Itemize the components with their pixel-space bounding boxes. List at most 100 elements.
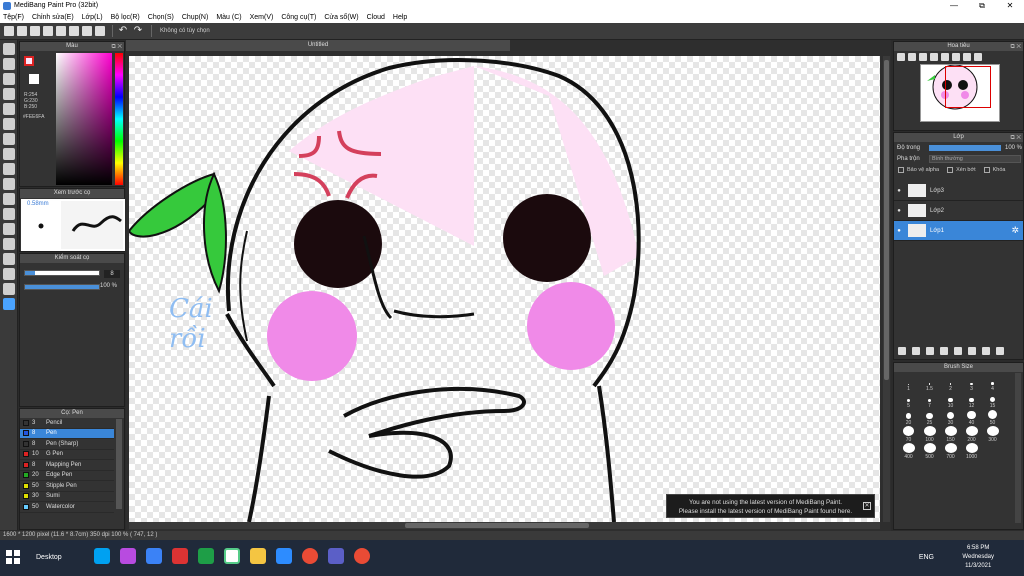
vertical-scroll-thumb[interactable]: [884, 60, 889, 380]
brush-size-option[interactable]: 15: [982, 392, 1003, 409]
pen-list-item[interactable]: 8 Pen (Sharp): [20, 439, 114, 450]
zoom-actual-icon[interactable]: [930, 53, 938, 61]
delete-layer-icon[interactable]: [996, 347, 1004, 355]
pen-list-item[interactable]: 3 Pencil: [20, 418, 114, 429]
flip-icon[interactable]: [974, 53, 982, 61]
close-icon[interactable]: ✕: [863, 502, 871, 510]
layer-opacity-slider[interactable]: [929, 144, 1001, 151]
settings-icon[interactable]: [95, 26, 105, 36]
pen-list-item[interactable]: 10 G Pen: [20, 450, 114, 460]
rotate-left-icon[interactable]: [941, 53, 949, 61]
clipping-checkbox[interactable]: [947, 166, 954, 173]
gradient-tool-icon[interactable]: [3, 148, 15, 160]
medibang-icon[interactable]: [224, 548, 240, 564]
pen-list-item[interactable]: 50 Watercolor: [20, 502, 114, 513]
open-icon[interactable]: [30, 26, 40, 36]
grid-icon[interactable]: [56, 26, 66, 36]
brush-size-option[interactable]: 4: [982, 375, 1003, 392]
select-tool-icon[interactable]: [3, 163, 15, 175]
layer-row-lop2[interactable]: ● Lớp2: [894, 201, 1023, 221]
brush-size-option[interactable]: 5: [898, 392, 919, 409]
menu-view[interactable]: Xem(V): [250, 12, 274, 23]
menu-edit[interactable]: Chỉnh sửa(E): [32, 12, 74, 23]
chrome-icon[interactable]: [302, 548, 318, 564]
pen-list-item[interactable]: 30 Sumi: [20, 492, 114, 502]
brush-size-option[interactable]: 300: [982, 426, 1003, 443]
pen-list-item[interactable]: 50 Stipple Pen: [20, 481, 114, 492]
hand-tool-icon[interactable]: [3, 298, 15, 310]
bucket-tool-icon[interactable]: [3, 133, 15, 145]
undo-icon[interactable]: ↶: [117, 26, 129, 36]
brush-size-option[interactable]: 10: [940, 392, 961, 409]
brush-size-scrollbar[interactable]: [1015, 373, 1021, 523]
brush-size-value[interactable]: 8: [104, 270, 120, 278]
shape-tool-icon[interactable]: [3, 73, 15, 85]
eraser-tool-icon[interactable]: [3, 58, 15, 70]
saturation-value-picker[interactable]: [56, 53, 112, 185]
maximize-button[interactable]: ⧉: [968, 0, 996, 12]
magic-wand-tool-icon[interactable]: [3, 193, 15, 205]
new-8bit-layer-icon[interactable]: [926, 347, 934, 355]
zoom-out-icon[interactable]: [908, 53, 916, 61]
brush-size-slider[interactable]: [24, 270, 100, 276]
cloud-icon[interactable]: [4, 26, 14, 36]
app-icon[interactable]: [120, 548, 136, 564]
select-eraser-tool-icon[interactable]: [3, 223, 15, 235]
dropper-tool-icon[interactable]: [3, 268, 15, 280]
eye-icon[interactable]: ●: [894, 208, 904, 214]
zoom-fit-icon[interactable]: [919, 53, 927, 61]
brush-size-option[interactable]: 400: [898, 443, 919, 460]
wifi-app-icon[interactable]: [172, 548, 188, 564]
document-tab[interactable]: Untitled: [126, 40, 510, 51]
pen-list-scrollbar[interactable]: [116, 419, 122, 509]
brush-size-option[interactable]: 50: [982, 409, 1003, 426]
alpha-protect-checkbox[interactable]: [898, 166, 904, 173]
brush-size-option[interactable]: 20: [898, 409, 919, 426]
foreground-color-swatch[interactable]: [24, 56, 34, 66]
brush-size-option[interactable]: 40: [961, 409, 982, 426]
chrome-profile-icon[interactable]: [354, 548, 370, 564]
teams-icon[interactable]: [328, 548, 344, 564]
new-layer-icon[interactable]: [898, 347, 906, 355]
panel-icon[interactable]: [69, 26, 79, 36]
lock-checkbox[interactable]: [983, 166, 990, 173]
new-file-icon[interactable]: [17, 26, 27, 36]
layer-row-lop1[interactable]: ● Lớp1 ✲: [894, 221, 1023, 241]
hue-slider[interactable]: [115, 53, 123, 185]
screen-icon[interactable]: [82, 26, 92, 36]
redo-icon[interactable]: ↷: [132, 26, 144, 36]
panel-options-icon[interactable]: ⧉ ✕: [111, 43, 122, 52]
brush-opacity-slider[interactable]: [24, 284, 100, 290]
move-tool-icon[interactable]: [3, 103, 15, 115]
menu-select[interactable]: Chọn(S): [148, 12, 174, 23]
brush-size-option[interactable]: 3: [961, 375, 982, 392]
windows-start-icon[interactable]: [6, 550, 20, 564]
pen-list-item[interactable]: 8 Pen: [20, 428, 114, 439]
menu-help[interactable]: Help: [393, 12, 407, 23]
operation-tool-icon[interactable]: [3, 253, 15, 265]
gear-icon[interactable]: ✲: [1011, 225, 1019, 236]
skype-icon[interactable]: [94, 548, 110, 564]
menu-filter[interactable]: Bộ lọc(R): [111, 12, 140, 23]
layer-row-lop3[interactable]: ● Lớp3: [894, 181, 1023, 201]
check-tool-icon[interactable]: [3, 88, 15, 100]
brush-size-option[interactable]: 100: [919, 426, 940, 443]
horizontal-scroll-thumb[interactable]: [405, 523, 589, 528]
divide-tool-icon[interactable]: [3, 283, 15, 295]
close-button[interactable]: ✕: [996, 0, 1024, 12]
brush-size-option[interactable]: 700: [940, 443, 961, 460]
clock[interactable]: 6:58 PM Wednesday 11/3/2021: [962, 544, 994, 571]
blend-mode-select[interactable]: Bình thường: [929, 154, 1021, 163]
folder-icon[interactable]: [250, 548, 266, 564]
brush-size-option[interactable]: 1: [898, 375, 919, 392]
panel-options-icon[interactable]: ⧉ ✕: [1010, 134, 1021, 143]
menu-file[interactable]: Tệp(F): [3, 12, 24, 23]
panel-options-icon[interactable]: ⧉ ✕: [1010, 43, 1021, 52]
eye-icon[interactable]: ●: [894, 228, 904, 234]
drawing-canvas[interactable]: Cái rồi: [129, 56, 880, 522]
lasso-tool-icon[interactable]: [3, 178, 15, 190]
pen-list-item[interactable]: 8 Mapping Pen: [20, 460, 114, 471]
menu-tools[interactable]: Công cụ(T): [281, 12, 316, 23]
folder-icon[interactable]: [954, 347, 962, 355]
brush-tool-icon[interactable]: [3, 43, 15, 55]
